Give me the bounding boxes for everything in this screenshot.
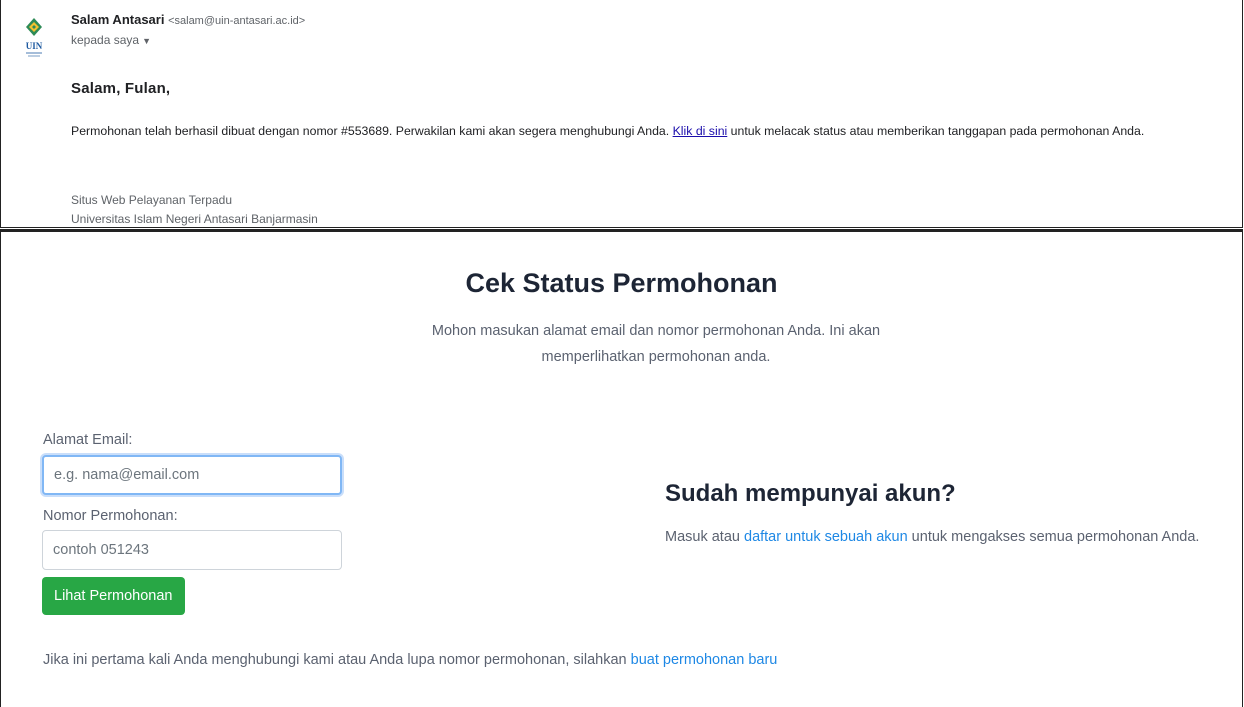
new-request-link[interactable]: buat permohonan baru [631,652,778,668]
email-message-panel: UIN Salam Antasari <salam@uin-antasari.a… [0,0,1243,228]
account-text-end: untuk mengakses semua permohonan Anda. [907,529,1200,545]
logo-text: UIN [26,41,43,51]
track-status-link[interactable]: Klik di sini [673,124,728,138]
sender-email: <salam@uin-antasari.ac.id> [168,15,306,27]
email-input[interactable] [42,455,342,495]
account-heading: Sudah mempunyai akun? [665,480,956,507]
caret-down-icon: ▼ [142,36,151,46]
recipient-dropdown[interactable]: kepada saya ▼ [71,33,151,47]
email-label: Alamat Email: [43,432,133,448]
view-request-button[interactable]: Lihat Permohonan [42,577,185,615]
signature-line-2: Universitas Islam Negeri Antasari Banjar… [71,212,318,226]
account-text: Masuk atau [665,529,744,545]
email-greeting: Salam, Fulan, [71,80,171,97]
footer-text: Jika ini pertama kali Anda menghubungi k… [43,652,631,668]
signature-line-1: Situs Web Pelayanan Terpadu [71,193,232,207]
uin-logo-icon: UIN [26,18,43,57]
register-account-link[interactable]: daftar untuk sebuah akun [744,529,908,545]
email-body-text-end: untuk melacak status atau memberikan tan… [727,124,1145,138]
email-body-text: Permohonan telah berhasil dibuat dengan … [71,124,673,138]
page-title: Cek Status Permohonan [465,268,778,298]
recipient-label: kepada saya [71,33,140,47]
request-number-input[interactable] [42,530,342,570]
account-description: Masuk atau daftar untuk sebuah akun untu… [665,524,1235,550]
sender-line: Salam Antasari <salam@uin-antasari.ac.id… [71,12,305,27]
email-body: Permohonan telah berhasil dibuat dengan … [71,124,1144,138]
check-status-page: Cek Status Permohonan Mohon masukan alam… [0,229,1243,707]
page-description: Mohon masukan alamat email dan nomor per… [431,323,881,365]
footer-note: Jika ini pertama kali Anda menghubungi k… [43,652,777,668]
sender-name: Salam Antasari [71,12,165,27]
request-number-label: Nomor Permohonan: [43,508,178,524]
